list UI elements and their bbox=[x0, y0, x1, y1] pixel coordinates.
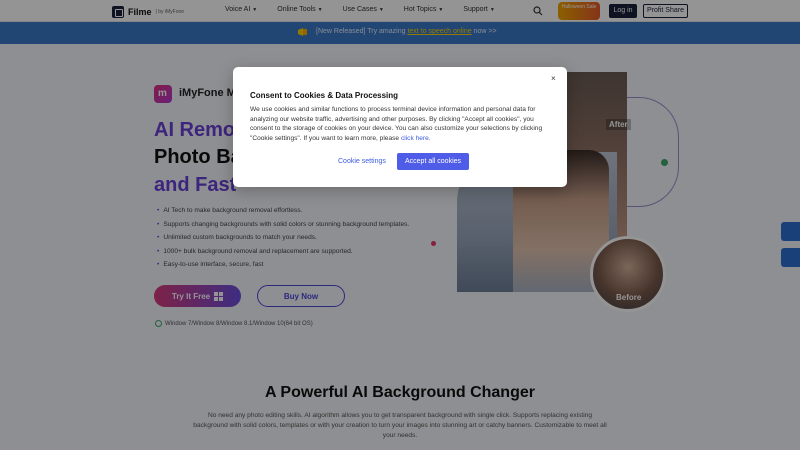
dialog-body-text: We use cookies and similar functions to … bbox=[250, 106, 543, 142]
cookie-consent-dialog: × Consent to Cookies & Data Processing W… bbox=[233, 67, 567, 187]
cookie-settings-button[interactable]: Cookie settings bbox=[338, 158, 386, 165]
accept-all-cookies-button[interactable]: Accept all cookies bbox=[397, 153, 469, 170]
click-here-link[interactable]: click here. bbox=[401, 135, 431, 142]
dialog-body: We use cookies and similar functions to … bbox=[250, 105, 552, 143]
close-icon[interactable]: × bbox=[551, 74, 556, 83]
dialog-title: Consent to Cookies & Data Processing bbox=[250, 91, 399, 100]
